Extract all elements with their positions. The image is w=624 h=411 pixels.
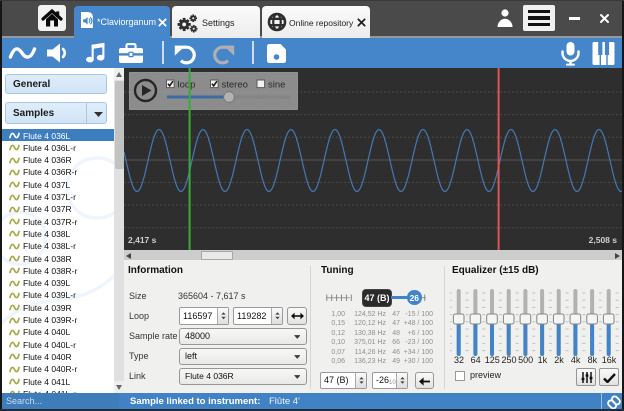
- svg-text:2,508 s: 2,508 s: [589, 235, 618, 245]
- svg-text:loop: loop: [178, 79, 196, 90]
- svg-text:sine: sine: [268, 79, 285, 90]
- svg-text:stereo: stereo: [222, 79, 248, 90]
- svg-text:2,417 s: 2,417 s: [128, 235, 157, 245]
